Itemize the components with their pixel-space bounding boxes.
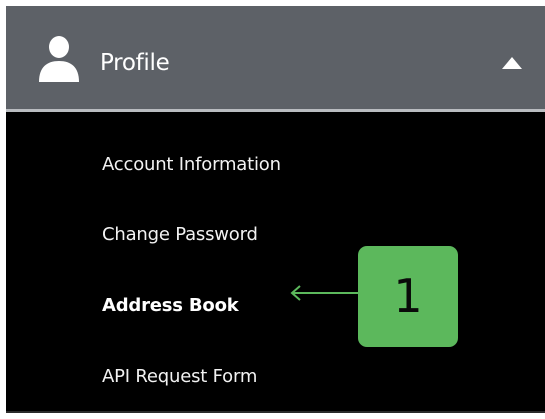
arrow-left-icon <box>290 285 368 301</box>
menu-item-account-information[interactable]: Account Information <box>102 154 281 176</box>
profile-header[interactable]: Profile <box>6 6 545 112</box>
step-badge: 1 <box>358 246 458 347</box>
profile-title: Profile <box>100 50 170 76</box>
profile-panel: Profile Account Information Change Passw… <box>6 6 545 413</box>
menu-item-address-book[interactable]: Address Book <box>102 295 239 317</box>
user-icon <box>39 36 79 82</box>
chevron-up-icon[interactable] <box>502 57 522 69</box>
menu-item-api-request-form[interactable]: API Request Form <box>102 366 257 388</box>
page-margin <box>0 413 545 419</box>
menu-item-change-password[interactable]: Change Password <box>102 224 258 246</box>
